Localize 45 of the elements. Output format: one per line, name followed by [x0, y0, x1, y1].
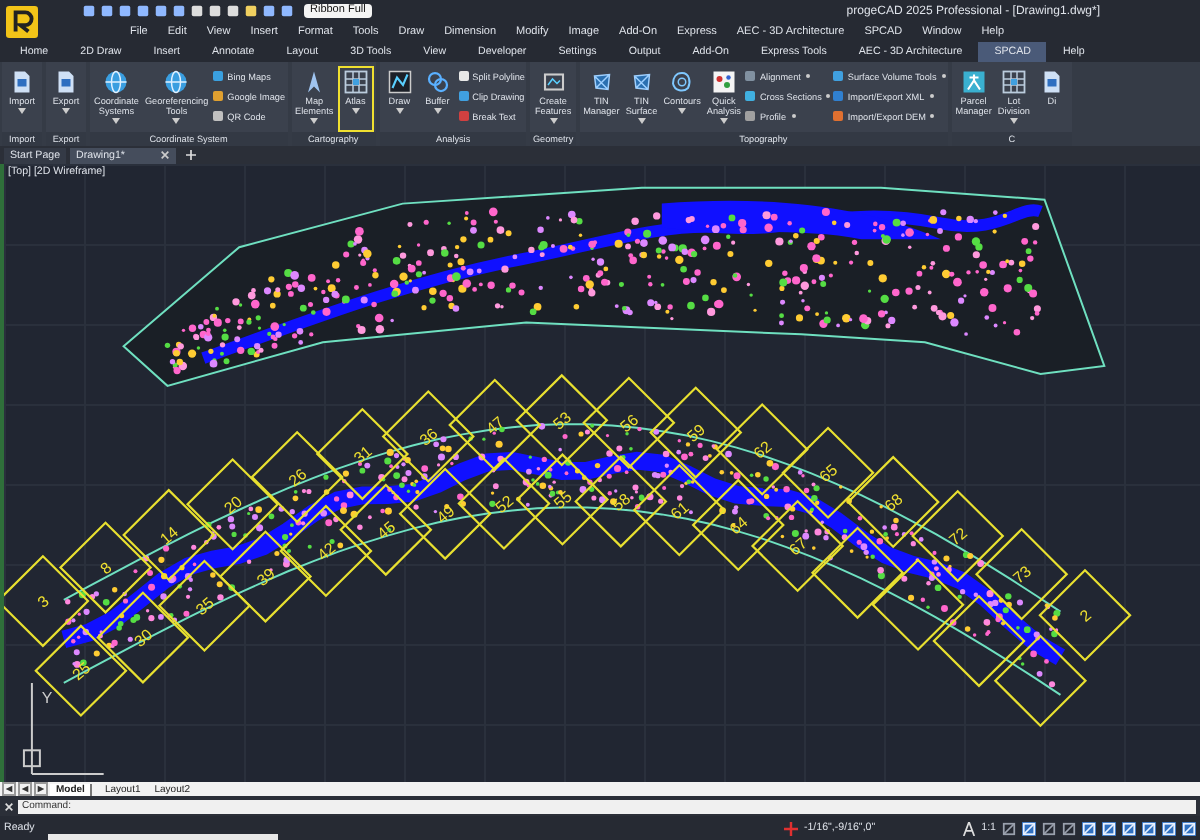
- doc-icon: [1039, 70, 1064, 94]
- status-toggle-icon[interactable]: [1002, 821, 1016, 835]
- circles-icon: [425, 70, 450, 94]
- network-icon: [589, 70, 614, 94]
- close-icon[interactable]: [160, 150, 171, 160]
- caret-icon: [112, 118, 121, 125]
- annotation-icon[interactable]: [961, 821, 976, 835]
- doc-icon: [54, 70, 78, 94]
- caret-icon: [351, 108, 360, 115]
- grid-icon: [343, 70, 368, 94]
- caret-icon: [310, 118, 319, 125]
- caret-icon: [549, 118, 558, 125]
- status-toggle-icon[interactable]: [1142, 821, 1156, 835]
- chart-icon: [711, 70, 736, 94]
- draw-icon: [387, 70, 412, 94]
- caret-icon: [62, 108, 70, 115]
- status-toggle-icon[interactable]: [1022, 821, 1036, 835]
- status-toggle-icon[interactable]: [1042, 821, 1056, 835]
- caret-icon: [637, 118, 646, 125]
- frame-icon: [541, 70, 566, 94]
- status-toggle-icon[interactable]: [1122, 821, 1136, 835]
- caret-icon: [678, 108, 687, 115]
- caret-icon: [172, 118, 181, 125]
- grid-icon: [1001, 70, 1026, 94]
- ucs-axis-icon: [22, 681, 105, 776]
- globe-icon: [164, 70, 189, 94]
- caret-icon: [18, 108, 26, 115]
- plus-icon: [783, 821, 798, 835]
- doc-icon: [10, 70, 34, 94]
- status-toggle-icon[interactable]: [1182, 821, 1196, 835]
- globe-icon: [104, 70, 129, 94]
- status-toggle-icon[interactable]: [1162, 821, 1176, 835]
- add-tab-icon[interactable]: [186, 150, 197, 160]
- status-toggle-icon[interactable]: [1062, 821, 1076, 835]
- caret-icon: [395, 108, 404, 115]
- caret-icon: [1009, 118, 1018, 125]
- caret-icon: [433, 108, 442, 115]
- contour-icon: [670, 70, 695, 94]
- network-icon: [629, 70, 654, 94]
- caret-icon: [719, 118, 728, 125]
- figure-icon: [961, 70, 986, 94]
- status-toggle-icon[interactable]: [1102, 821, 1116, 835]
- status-toggle-icon[interactable]: [1082, 821, 1096, 835]
- close-icon[interactable]: [4, 801, 14, 811]
- logo-icon: [6, 5, 38, 37]
